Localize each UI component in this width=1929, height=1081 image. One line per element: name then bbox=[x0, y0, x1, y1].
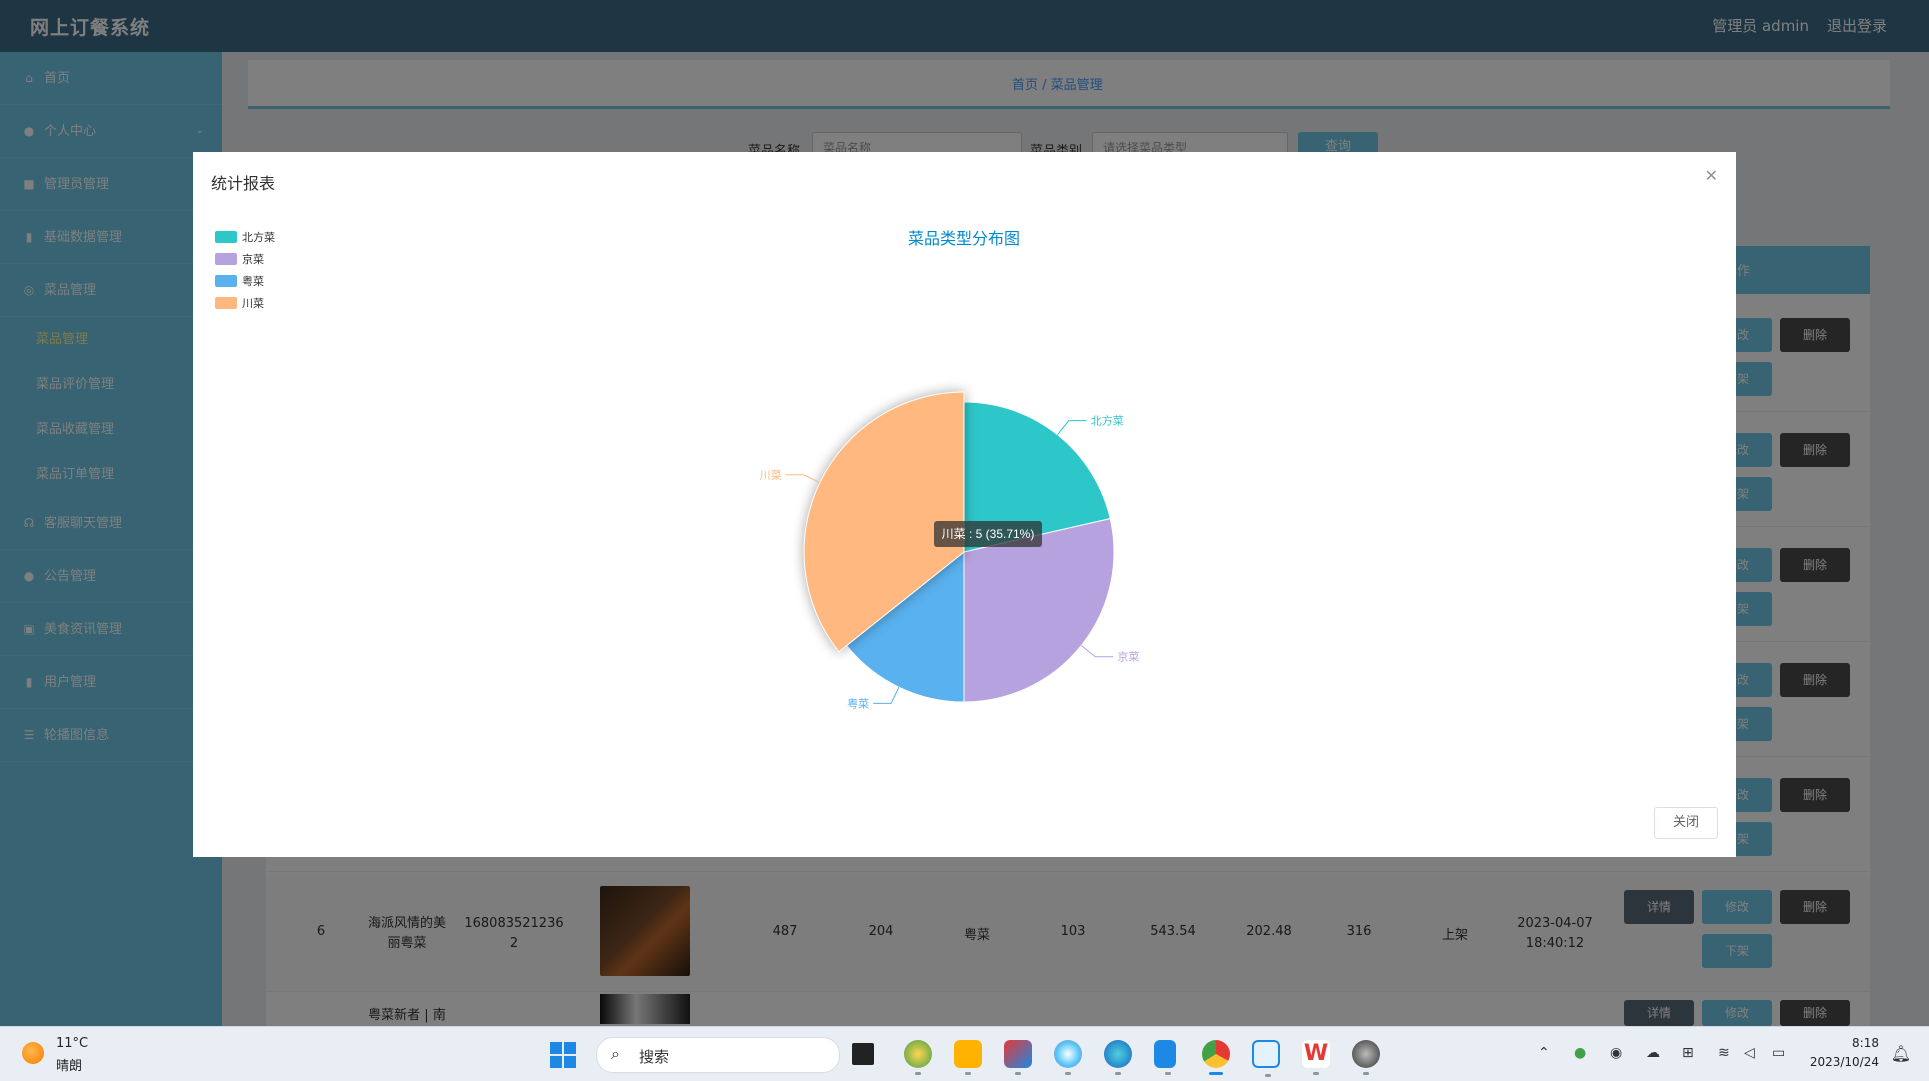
cloud-icon[interactable]: ☁ bbox=[1646, 1045, 1660, 1061]
label-line bbox=[785, 474, 821, 484]
legend-swatch bbox=[215, 275, 237, 287]
app-360-icon[interactable] bbox=[904, 1040, 932, 1075]
taskbar-search[interactable]: ⌕ 搜索 bbox=[596, 1037, 840, 1073]
task-view-icon[interactable] bbox=[852, 1043, 874, 1065]
label-line bbox=[1057, 420, 1087, 436]
avatar-app-icon[interactable] bbox=[1352, 1040, 1380, 1075]
clock-time[interactable]: 8:18 bbox=[1852, 1036, 1879, 1050]
weather-temp[interactable]: 11°C bbox=[56, 1036, 88, 1051]
windows-start-icon[interactable] bbox=[550, 1042, 576, 1068]
notepad-icon[interactable] bbox=[1154, 1040, 1176, 1075]
wechat-icon[interactable]: ● bbox=[1574, 1045, 1586, 1061]
file-explorer-icon[interactable] bbox=[954, 1040, 982, 1075]
volume-icon[interactable]: ◁ bbox=[1744, 1045, 1755, 1061]
input-method-icon[interactable]: ⊞ bbox=[1682, 1045, 1694, 1061]
chart-title: 菜品类型分布图 bbox=[908, 230, 1020, 248]
edge-icon[interactable] bbox=[1104, 1040, 1132, 1075]
weather-sun-icon[interactable] bbox=[22, 1042, 44, 1064]
tooltip-text: 川菜 : 5 (35.71%) bbox=[942, 527, 1035, 541]
tray-expand-icon[interactable]: ⌃ bbox=[1538, 1045, 1550, 1061]
label-line bbox=[873, 686, 900, 704]
wps-icon[interactable]: W bbox=[1302, 1040, 1330, 1075]
legend-swatch bbox=[215, 297, 237, 309]
legend-swatch bbox=[215, 253, 237, 265]
slice-label: 粤菜 bbox=[847, 696, 869, 710]
pie-chart: 菜品类型分布图北方菜京菜粤菜川菜北方菜京菜粤菜川菜川菜 : 5 (35.71%) bbox=[215, 230, 1139, 710]
chrome-icon[interactable] bbox=[1202, 1040, 1230, 1075]
label-line bbox=[1080, 645, 1114, 658]
legend-label: 粤菜 bbox=[242, 274, 264, 288]
notification-bell-icon[interactable]: 🔔︎ bbox=[1891, 1044, 1911, 1063]
slice-label: 川菜 bbox=[760, 469, 782, 482]
legend-label: 川菜 bbox=[242, 297, 264, 310]
slice-label: 北方菜 bbox=[1091, 414, 1124, 428]
legend-label: 北方菜 bbox=[242, 230, 275, 244]
cloud-app-icon[interactable] bbox=[1252, 1040, 1280, 1077]
legend-label: 京菜 bbox=[242, 252, 264, 266]
wifi-icon[interactable]: ≋ bbox=[1718, 1045, 1730, 1061]
intellij-icon[interactable] bbox=[1004, 1040, 1032, 1075]
weather-desc[interactable]: 晴朗 bbox=[56, 1055, 82, 1074]
clock-date[interactable]: 2023/10/24 bbox=[1810, 1055, 1879, 1069]
browser-icon[interactable] bbox=[1054, 1040, 1082, 1075]
qq-icon[interactable]: ◉ bbox=[1610, 1045, 1622, 1061]
stats-modal: 统计报表 ✕ 菜品类型分布图 北方菜 京菜 粤菜 川菜 北方菜 京菜 粤菜 川菜 川菜 : 5 (… bbox=[193, 152, 1736, 857]
taskbar: 11°C 晴朗 ⌕ 搜索 W ⌃ ● ◉ ☁ ⊞ ≋ ◁ ▭ 8:18 2023… bbox=[0, 1026, 1929, 1081]
search-placeholder: 搜索 bbox=[639, 1048, 670, 1066]
close-button[interactable]: 关闭 bbox=[1654, 807, 1718, 839]
search-icon: ⌕ bbox=[611, 1044, 620, 1063]
battery-icon[interactable]: ▭ bbox=[1772, 1045, 1785, 1061]
slice-label: 京菜 bbox=[1117, 650, 1139, 664]
legend-swatch bbox=[215, 231, 237, 243]
